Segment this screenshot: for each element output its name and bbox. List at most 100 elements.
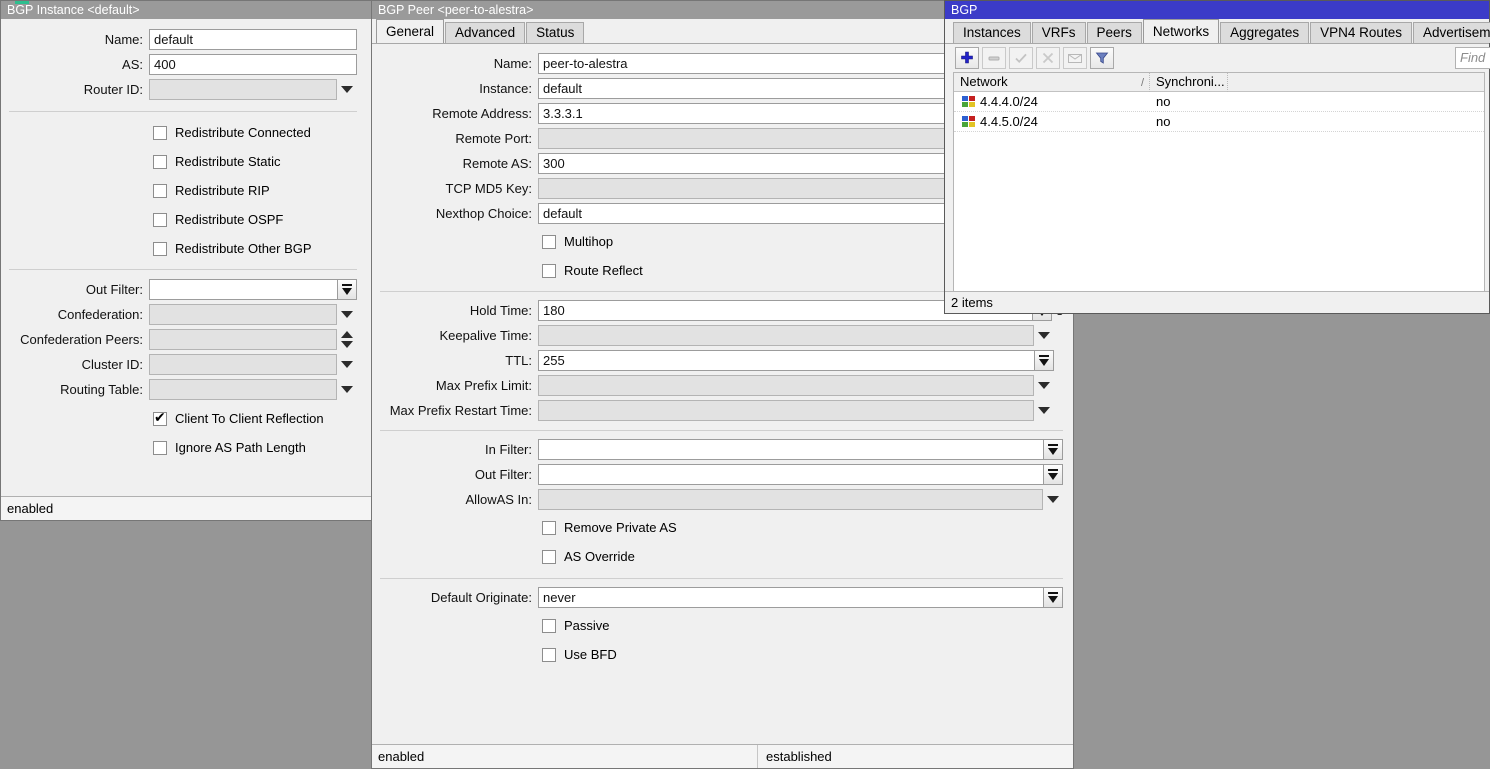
tab-peers[interactable]: Peers xyxy=(1087,22,1142,43)
table-row[interactable]: 4.4.4.0/24no xyxy=(954,92,1484,112)
divider xyxy=(380,430,1063,431)
bgp-peer-title: BGP Peer <peer-to-alestra> xyxy=(378,3,533,17)
checkbox-row-use-bfd[interactable]: Use BFD xyxy=(542,640,1063,669)
field-label: Hold Time: xyxy=(380,303,538,318)
redistribute-rip-checkbox[interactable] xyxy=(153,184,167,198)
tab-status[interactable]: Status xyxy=(526,22,584,43)
field-label: Remote Address: xyxy=(380,106,538,121)
cell-synchronize: no xyxy=(1150,112,1228,132)
table-row[interactable]: 4.4.5.0/24 no xyxy=(954,112,1484,132)
tab-general[interactable]: General xyxy=(376,19,444,43)
bgp-instance-window: BGP Instance <default> Name:defaultAS:40… xyxy=(0,0,372,521)
redistribute-static-checkbox[interactable] xyxy=(153,155,167,169)
field-label: Routing Table: xyxy=(9,382,149,397)
out-filter-input[interactable] xyxy=(149,279,338,300)
field-control xyxy=(538,375,1063,396)
tab-advertisements[interactable]: Advertisements xyxy=(1413,22,1490,43)
checkbox-row-redistribute-ospf[interactable]: Redistribute OSPF xyxy=(153,205,357,234)
passive-checkbox[interactable] xyxy=(542,619,556,633)
add-button[interactable] xyxy=(955,47,979,69)
bgp-titlebar[interactable]: BGP xyxy=(945,1,1489,19)
field-label: Keepalive Time: xyxy=(380,328,538,343)
checkbox-row-passive[interactable]: Passive xyxy=(542,611,1063,640)
tab-vrfs[interactable]: VRFs xyxy=(1032,22,1086,43)
allowas-in-input xyxy=(538,489,1043,510)
checkbox-row-redistribute-other-bgp[interactable]: Redistribute Other BGP xyxy=(153,234,357,263)
peer-status-right: established xyxy=(758,745,832,768)
default-originate-input[interactable]: never xyxy=(538,587,1044,608)
bgp-instance-titlebar[interactable]: BGP Instance <default> xyxy=(1,1,371,19)
redistribute-other-bgp-checkbox[interactable] xyxy=(153,242,167,256)
form-row-ttl: TTL:255 xyxy=(380,348,1063,373)
tab-advanced[interactable]: Advanced xyxy=(445,22,525,43)
chevron-down-icon[interactable] xyxy=(337,354,357,375)
checkbox-row-remove-private-as[interactable]: Remove Private AS xyxy=(542,513,1063,542)
network-value: 4.4.5.0/24 xyxy=(980,112,1038,131)
as-override-checkbox[interactable] xyxy=(542,550,556,564)
redistribute-ospf-checkbox[interactable] xyxy=(153,213,167,227)
as-input[interactable]: 400 xyxy=(149,54,357,75)
bgp-instance-form: Name:defaultAS:400Router ID: Redistribut… xyxy=(1,19,371,466)
name-input[interactable]: default xyxy=(149,29,357,50)
filter-button[interactable] xyxy=(1090,47,1114,69)
field-label: TCP MD5 Key: xyxy=(380,181,538,196)
checkbox-label: Redistribute Static xyxy=(175,154,281,169)
tab-networks[interactable]: Networks xyxy=(1143,19,1219,43)
minus-icon xyxy=(987,51,1001,65)
chevron-down-icon[interactable] xyxy=(337,304,357,325)
field-label: Name: xyxy=(9,32,149,47)
enable-button xyxy=(1009,47,1033,69)
peer-timer-fields: Hold Time:180sKeepalive Time:TTL:255Max … xyxy=(380,298,1063,423)
ttl-input[interactable]: 255 xyxy=(538,350,1035,371)
keepalive-time-input xyxy=(538,325,1034,346)
in-filter-input[interactable] xyxy=(538,439,1044,460)
chevron-down-icon[interactable] xyxy=(337,79,357,100)
spinner-updown-icon[interactable] xyxy=(337,329,357,350)
client-to-client-reflection-checkbox[interactable] xyxy=(153,412,167,426)
tab-instances[interactable]: Instances xyxy=(953,22,1031,43)
use-bfd-checkbox[interactable] xyxy=(542,648,556,662)
column-header-network[interactable]: Network / xyxy=(954,73,1150,92)
checkbox-row-ignore-as-path-length[interactable]: Ignore AS Path Length xyxy=(153,433,357,462)
peer-flags-group-2: Remove Private AS AS Override xyxy=(380,513,1063,571)
network-prefix-icon xyxy=(962,96,975,108)
checkbox-label: AS Override xyxy=(564,549,635,564)
peer-flags-group-3: PassiveUse BFD xyxy=(380,611,1063,669)
checkbox-row-client-to-client-reflection[interactable]: Client To Client Reflection xyxy=(153,404,357,433)
chevron-down-icon[interactable] xyxy=(1034,325,1054,346)
remove-private-as-checkbox[interactable] xyxy=(542,521,556,535)
tab-vpn4-routes[interactable]: VPN4 Routes xyxy=(1310,22,1412,43)
checkbox-row-redistribute-connected[interactable]: Redistribute Connected xyxy=(153,118,357,147)
window-accent-marker xyxy=(15,1,29,4)
bgp-title: BGP xyxy=(951,3,977,17)
chevron-down-icon[interactable] xyxy=(1034,375,1054,396)
field-control xyxy=(538,439,1063,460)
form-row-routing-table: Routing Table: xyxy=(9,377,357,402)
dropdown-button[interactable] xyxy=(1044,587,1063,608)
ignore-as-path-length-checkbox[interactable] xyxy=(153,441,167,455)
checkbox-row-redistribute-rip[interactable]: Redistribute RIP xyxy=(153,176,357,205)
chevron-down-icon[interactable] xyxy=(1043,489,1063,510)
field-label: Max Prefix Restart Time: xyxy=(380,403,538,418)
tab-aggregates[interactable]: Aggregates xyxy=(1220,22,1309,43)
dropdown-button[interactable] xyxy=(1044,439,1063,460)
redistribute-connected-checkbox[interactable] xyxy=(153,126,167,140)
checkbox-row-redistribute-static[interactable]: Redistribute Static xyxy=(153,147,357,176)
network-value: 4.4.4.0/24 xyxy=(980,92,1038,111)
find-input[interactable]: Find xyxy=(1455,47,1490,69)
chevron-down-icon[interactable] xyxy=(1034,400,1054,421)
multihop-checkbox[interactable] xyxy=(542,235,556,249)
out-filter-input[interactable] xyxy=(538,464,1044,485)
field-control xyxy=(149,329,357,350)
field-control xyxy=(149,379,357,400)
field-control xyxy=(538,325,1063,346)
column-header-synchronize[interactable]: Synchroni... xyxy=(1150,73,1228,92)
dropdown-button[interactable] xyxy=(338,279,357,300)
dropdown-button[interactable] xyxy=(1035,350,1054,371)
dropdown-button[interactable] xyxy=(1044,464,1063,485)
checkbox-row-as-override[interactable]: AS Override xyxy=(542,542,1063,571)
field-label: AS: xyxy=(9,57,149,72)
cluster-id-input xyxy=(149,354,337,375)
route-reflect-checkbox[interactable] xyxy=(542,264,556,278)
chevron-down-icon[interactable] xyxy=(337,379,357,400)
